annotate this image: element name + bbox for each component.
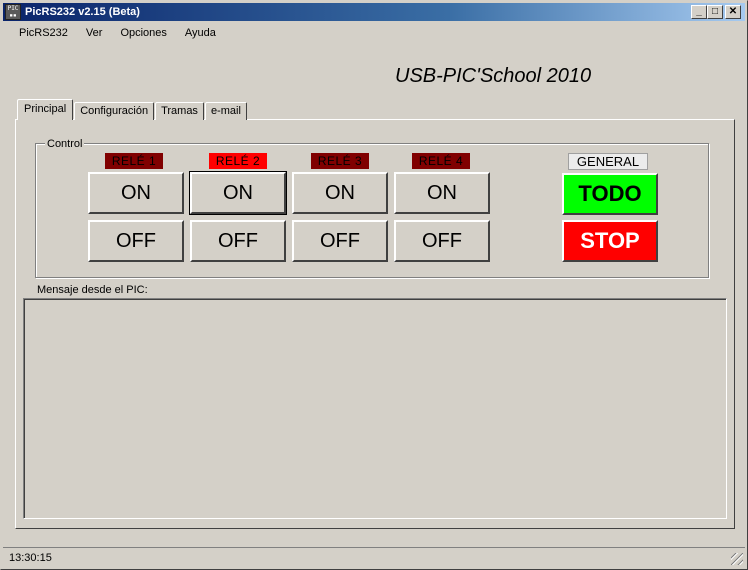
general-label: GENERAL xyxy=(568,153,648,170)
maximize-button[interactable]: □ xyxy=(707,5,723,19)
relay-2-on-button[interactable]: ON xyxy=(189,171,287,215)
menu-ayuda[interactable]: Ayuda xyxy=(177,27,224,39)
relay-3-indicator: RELÉ 3 xyxy=(311,153,369,169)
minimize-icon: _ xyxy=(696,6,702,17)
window-title: PicRS232 v2.15 (Beta) xyxy=(25,6,140,18)
menu-ver[interactable]: Ver xyxy=(78,27,111,39)
message-label: Mensaje desde el PIC: xyxy=(37,284,148,296)
minimize-button[interactable]: _ xyxy=(691,5,707,19)
todo-button[interactable]: TODO xyxy=(562,173,658,215)
brand-title: USB-PIC'School 2010 xyxy=(395,65,592,87)
caption-buttons: _ □ ✕ xyxy=(691,5,741,19)
relay-1-indicator: RELÉ 1 xyxy=(105,153,163,169)
main-window: PIC ▪▪ PicRS232 v2.15 (Beta) _ □ ✕ PicRS2… xyxy=(0,0,748,570)
tab-strip: Principal Configuración Tramas e-mail xyxy=(17,99,248,120)
menu-bar: PicRS232 Ver Opciones Ayuda xyxy=(3,23,745,43)
relay-4-indicator: RELÉ 4 xyxy=(412,153,470,169)
pic-app-icon[interactable]: PIC ▪▪ xyxy=(5,4,21,20)
message-textarea[interactable] xyxy=(23,298,727,519)
close-icon: ✕ xyxy=(728,6,738,17)
resize-grip-icon[interactable] xyxy=(731,553,743,565)
relay-2-indicator: RELÉ 2 xyxy=(209,153,267,169)
relay-1-off-button[interactable]: OFF xyxy=(88,220,184,262)
relay-1-on-button[interactable]: ON xyxy=(88,172,184,214)
stop-button[interactable]: STOP xyxy=(562,220,658,262)
menu-opciones[interactable]: Opciones xyxy=(112,27,174,39)
status-bar: 13:30:15 xyxy=(3,547,745,567)
tab-configuracion[interactable]: Configuración xyxy=(74,102,155,120)
tab-tramas[interactable]: Tramas xyxy=(155,102,204,120)
title-bar[interactable]: PIC ▪▪ PicRS232 v2.15 (Beta) _ □ ✕ xyxy=(3,3,745,21)
maximize-icon: □ xyxy=(711,6,719,17)
status-time: 13:30:15 xyxy=(9,551,52,564)
relay-2-off-button[interactable]: OFF xyxy=(190,220,286,262)
relay-4-off-button[interactable]: OFF xyxy=(394,220,490,262)
relay-4-on-button[interactable]: ON xyxy=(394,172,490,214)
relay-3-on-button[interactable]: ON xyxy=(292,172,388,214)
tab-email[interactable]: e-mail xyxy=(204,102,247,120)
control-group-label: Control xyxy=(45,138,85,150)
tab-principal[interactable]: Principal xyxy=(17,99,74,120)
menu-picrs232[interactable]: PicRS232 xyxy=(11,27,76,39)
relay-3-off-button[interactable]: OFF xyxy=(292,220,388,262)
close-button[interactable]: ✕ xyxy=(725,5,741,19)
